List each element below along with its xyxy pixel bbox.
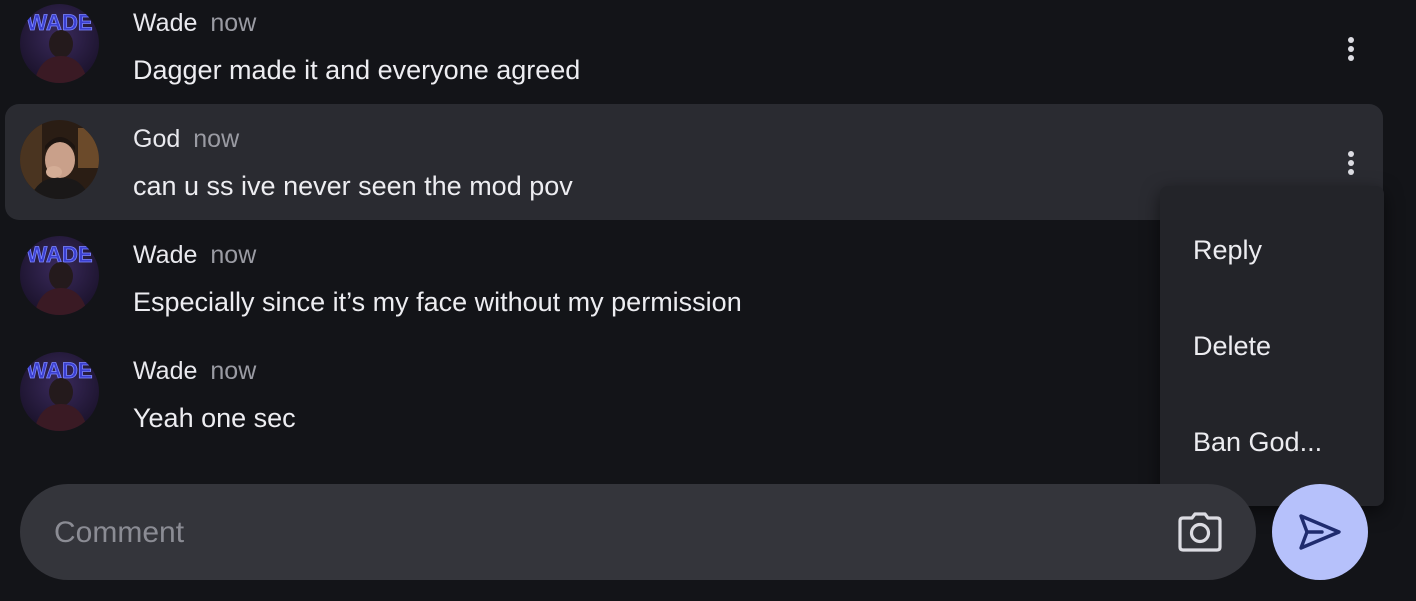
avatar[interactable] — [20, 120, 99, 199]
author-line: God now — [133, 125, 239, 154]
more-options-button[interactable] — [1336, 34, 1366, 64]
author-name[interactable]: God — [133, 125, 180, 153]
message-text: Especially since it’s my face without my… — [133, 287, 742, 317]
timestamp: now — [210, 357, 257, 385]
timestamp: now — [193, 125, 240, 153]
timestamp: now — [210, 241, 257, 269]
avatar[interactable]: WADE — [20, 4, 99, 83]
chat-screen: WADE Wade now Dagger made it and everyone… — [0, 0, 1416, 601]
author-line: Wade now — [133, 241, 256, 270]
menu-item-reply[interactable]: Reply — [1160, 202, 1384, 298]
more-vert-icon — [1348, 151, 1354, 175]
menu-item-delete[interactable]: Delete — [1160, 298, 1384, 394]
avatar[interactable]: WADE — [20, 352, 99, 431]
author-name[interactable]: Wade — [133, 9, 197, 37]
message-text: can u ss ive never seen the mod pov — [133, 171, 573, 201]
author-name[interactable]: Wade — [133, 241, 197, 269]
timestamp: now — [210, 9, 257, 37]
message-text: Dagger made it and everyone agreed — [133, 55, 581, 85]
context-menu: Reply Delete Ban God... — [1160, 186, 1384, 506]
attach-photo-button[interactable] — [1178, 512, 1222, 552]
more-vert-icon — [1348, 37, 1354, 61]
send-icon — [1299, 514, 1341, 550]
message-text: Yeah one sec — [133, 403, 296, 433]
author-line: Wade now — [133, 357, 256, 386]
comment-input[interactable] — [52, 508, 1176, 558]
more-options-button[interactable] — [1336, 148, 1366, 178]
camera-icon — [1178, 512, 1222, 552]
comment-composer — [20, 484, 1256, 580]
avatar[interactable]: WADE — [20, 236, 99, 315]
author-name[interactable]: Wade — [133, 357, 197, 385]
send-button[interactable] — [1272, 484, 1368, 580]
menu-item-ban-user[interactable]: Ban God... — [1160, 394, 1384, 490]
author-line: Wade now — [133, 9, 256, 38]
message-row[interactable]: WADE Wade now Dagger made it and everyone… — [5, 4, 1383, 120]
